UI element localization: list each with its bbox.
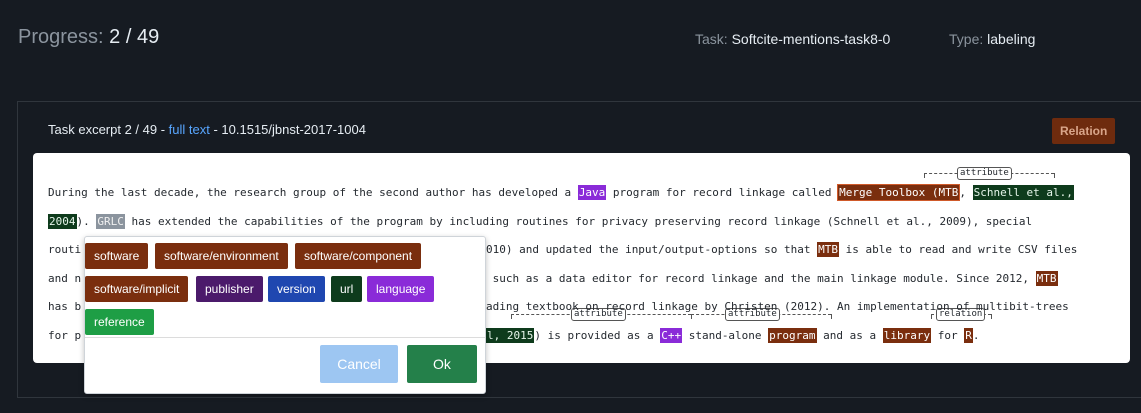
type-label: Type:	[949, 31, 984, 47]
task-info: Task: Softcite-mentions-task8-0	[695, 31, 890, 47]
label-chip-software[interactable]: software	[85, 243, 149, 269]
text-span: During the last decade, the research gro…	[48, 186, 578, 199]
text-span: routi	[48, 243, 82, 256]
annotation-language[interactable]: C++	[660, 327, 683, 343]
text-span: for	[931, 328, 965, 342]
task-value: Softcite-mentions-task8-0	[731, 31, 891, 47]
label-chip-reference[interactable]: reference	[85, 309, 154, 335]
task-label: Task:	[695, 31, 728, 47]
ok-button[interactable]: Ok	[407, 345, 477, 383]
relation-arc-end	[1054, 173, 1055, 178]
text-span: has b	[48, 300, 82, 313]
annotation-software[interactable]: program	[768, 327, 817, 343]
annotation-software[interactable]: library	[882, 327, 932, 343]
annotation-software[interactable]: MTB	[1035, 270, 1058, 286]
text-span: les such as a data editor for record lin…	[466, 271, 1036, 285]
type-value: labeling	[987, 31, 1036, 47]
text-line: 2004). GRLC has extended the capabilitie…	[48, 208, 1123, 237]
text-span: is able to read and write CSV files	[839, 243, 1078, 256]
text-span: .	[972, 328, 980, 342]
label-chip-software-component[interactable]: software/component	[295, 243, 422, 269]
text-span: ,	[959, 186, 973, 199]
popup-divider	[85, 337, 485, 338]
progress-value: 2 / 49	[109, 26, 160, 48]
annotation-reference[interactable]: 2004	[48, 213, 77, 229]
text-span: ) is provided as a	[534, 328, 661, 342]
label-chip-software-implicit[interactable]: software/implicit	[85, 276, 189, 302]
annotation-software[interactable]: MTB	[817, 242, 839, 257]
type-info: Type: labeling	[949, 31, 1035, 47]
annotation-software[interactable]: Merge Toolbox (MTB	[837, 184, 961, 201]
label-chip-language[interactable]: language	[367, 276, 435, 302]
annotation-language[interactable]: Java	[577, 185, 607, 200]
text-span: and as a	[816, 328, 883, 342]
annotation-reference[interactable]: Schnell et al.,	[972, 185, 1074, 200]
label-picker-popup: software software/environment software/c…	[84, 236, 486, 394]
top-header: Progress: 2 / 49 Task: Softcite-mentions…	[0, 0, 1141, 80]
excerpt-header: Task excerpt 2 / 49 - full text - 10.151…	[48, 122, 366, 137]
text-line: During the last decade, the research gro…	[48, 179, 1123, 208]
label-chip-url[interactable]: url	[331, 276, 363, 302]
annotation-software[interactable]: R	[964, 327, 973, 343]
progress-label: Progress:	[18, 26, 104, 48]
annotation-selected[interactable]: GRLC	[96, 213, 125, 229]
label-chip-version[interactable]: version	[268, 276, 325, 302]
relation-button[interactable]: Relation	[1052, 118, 1116, 144]
relation-arc-start	[924, 173, 925, 178]
text-span: ).	[76, 214, 97, 228]
text-span: program for record linkage called	[606, 186, 839, 199]
text-span: and n	[48, 271, 82, 285]
full-text-link[interactable]: full text	[169, 122, 210, 137]
text-span: , 2010) and updated the input/output-opt…	[466, 243, 818, 256]
text-span: stand-alone	[682, 328, 769, 342]
cancel-button[interactable]: Cancel	[320, 345, 398, 383]
text-span: leading textbook on record linkage by Ch…	[466, 300, 1069, 313]
excerpt-prefix: Task excerpt 2 / 49 -	[48, 122, 169, 137]
text-span: has extended the capabilities of the pro…	[124, 214, 1033, 228]
text-span: for p	[48, 328, 82, 342]
progress-indicator: Progress: 2 / 49	[18, 26, 159, 49]
label-chip-software-environment[interactable]: software/environment	[155, 243, 288, 269]
label-chip-publisher[interactable]: publisher	[196, 276, 263, 302]
excerpt-doi: - 10.1515/jbnst-2017-1004	[209, 122, 366, 137]
